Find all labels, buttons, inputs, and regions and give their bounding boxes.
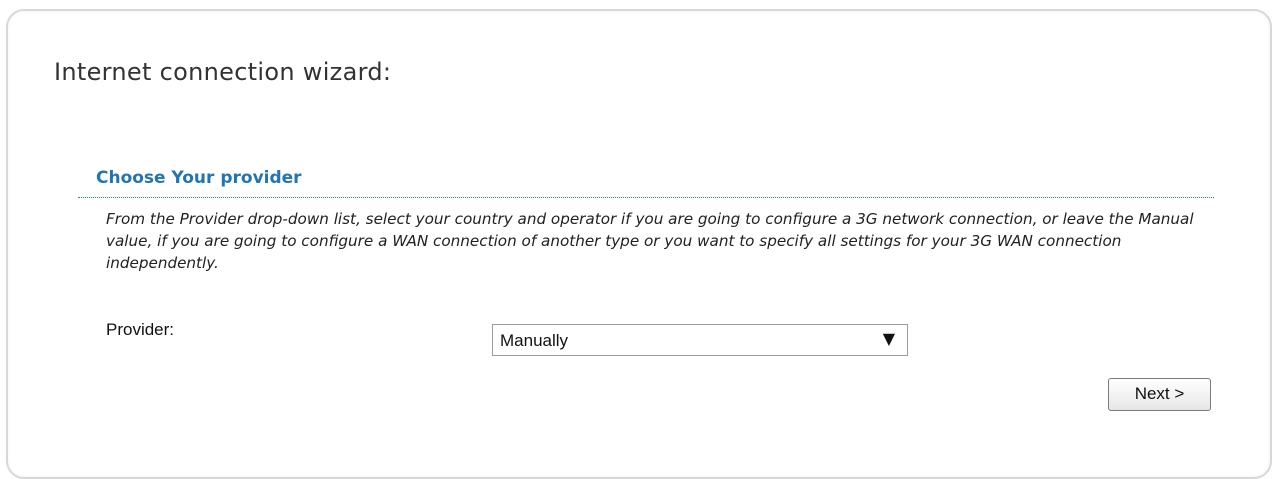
section-description: From the Provider drop-down list, select… (106, 210, 1194, 272)
section-divider (78, 197, 1214, 198)
provider-label: Provider: (106, 320, 175, 339)
provider-select[interactable]: Manually ▼ (492, 324, 908, 356)
next-button[interactable]: Next > (1108, 378, 1211, 411)
page-title: Internet connection wizard: (54, 58, 392, 86)
section-title: Choose Your provider (96, 168, 302, 188)
dropdown-arrow-icon: ▼ (882, 329, 895, 348)
provider-select-value: Manually (500, 331, 569, 350)
